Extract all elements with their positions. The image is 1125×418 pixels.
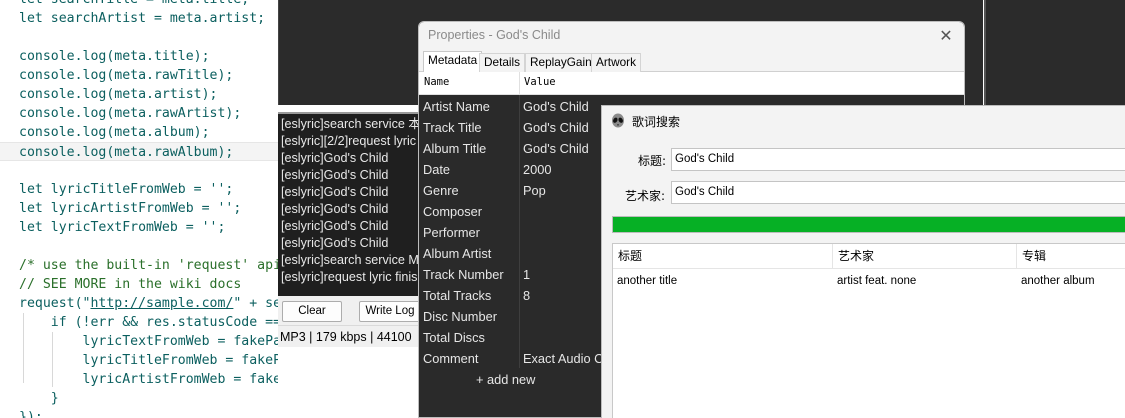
indent-guide xyxy=(52,332,53,387)
property-name: Genre xyxy=(423,183,459,198)
code-line[interactable]: console.log(meta.rawAlbum); xyxy=(0,142,300,161)
results-table: 标题 艺术家 专辑 another title artist feat. none… xyxy=(612,243,1125,418)
column-value-header[interactable]: Value xyxy=(524,76,556,88)
dark-panel-right xyxy=(984,0,1125,105)
lyric-search-title: 歌词搜索 xyxy=(632,115,681,129)
code-line[interactable]: lyricTextFromWeb = fakePar xyxy=(19,332,289,351)
property-name: Date xyxy=(423,162,451,177)
property-name: Comment xyxy=(423,351,479,366)
code-line[interactable]: let searchArtist = meta.artist; xyxy=(19,9,265,28)
property-name: Album Title xyxy=(423,141,487,156)
indent-guide xyxy=(23,313,24,383)
status-bar: MP3 | 179 kbps | 44100 xyxy=(278,325,420,347)
close-icon[interactable]: ✕ xyxy=(936,26,956,46)
console-line: [eslyric]search service 本 xyxy=(281,117,421,131)
result-cell-title: another title xyxy=(617,275,678,287)
console-panel: [eslyric]search service 本 [eslyric][2/2]r… xyxy=(278,112,421,418)
property-name: Disc Number xyxy=(423,309,497,324)
code-line[interactable]: }); xyxy=(19,408,43,418)
search-progress-bar xyxy=(612,216,1125,233)
progress-fill xyxy=(613,217,1125,232)
property-value[interactable]: 1 xyxy=(523,264,530,285)
artist-label: 艺术家: xyxy=(625,189,666,203)
column-header-artist[interactable]: 艺术家 xyxy=(833,244,1017,269)
add-new-button[interactable]: + add new xyxy=(476,372,535,387)
code-line[interactable]: let lyricTextFromWeb = ''; xyxy=(19,218,225,237)
clear-button[interactable]: Clear xyxy=(282,301,342,322)
property-value[interactable]: God's Child xyxy=(523,117,589,138)
property-name: Album Artist xyxy=(423,246,492,261)
property-value[interactable]: Pop xyxy=(523,180,546,201)
tab-metadata[interactable]: Metadata xyxy=(423,51,483,73)
code-line[interactable]: console.log(meta.album); xyxy=(19,123,210,142)
code-line[interactable]: console.log(meta.rawTitle); xyxy=(19,66,233,85)
code-line[interactable]: console.log(meta.artist); xyxy=(19,85,218,104)
url-literal[interactable]: http://sample.com/ xyxy=(90,296,233,311)
property-value[interactable]: Exact Audio C xyxy=(523,348,603,369)
property-name: Total Tracks xyxy=(423,288,492,303)
code-line[interactable]: // SEE MORE in the wiki docs xyxy=(19,275,241,294)
properties-divider xyxy=(519,95,520,368)
property-name: Track Title xyxy=(423,120,482,135)
lyric-search-titlebar: 歌词搜索 xyxy=(602,106,1125,136)
result-cell-artist: artist feat. none xyxy=(837,275,917,287)
console-line: [eslyric]God's Child xyxy=(281,202,389,216)
console-toolbar: Clear Write Log xyxy=(278,296,421,325)
write-log-button[interactable]: Write Log xyxy=(359,301,421,322)
console-line: [eslyric]God's Child xyxy=(281,185,389,199)
property-name: Total Discs xyxy=(423,330,485,345)
properties-title: Properties - God's Child xyxy=(428,28,561,42)
code-line[interactable]: let lyricTitleFromWeb = ''; xyxy=(19,180,233,199)
properties-titlebar: Properties - God's Child ✕ xyxy=(419,22,964,51)
column-header-title[interactable]: 标题 xyxy=(613,244,833,269)
console-line: [eslyric]God's Child xyxy=(281,236,389,250)
column-header-album[interactable]: 专辑 xyxy=(1017,244,1125,269)
result-cell-album: another album xyxy=(1021,275,1095,287)
property-value[interactable]: God's Child xyxy=(523,138,589,159)
console-line: [eslyric]search service M xyxy=(281,253,419,267)
code-line[interactable]: request("http://sample.com/" + sea xyxy=(19,294,289,313)
property-value[interactable]: God's Child xyxy=(523,96,589,117)
artist-input[interactable]: God's Child xyxy=(671,181,1125,204)
code-line[interactable]: } xyxy=(19,389,59,408)
code-line[interactable]: /* use the built-in 'request' api xyxy=(19,256,281,275)
alien-icon xyxy=(612,113,624,128)
code-line[interactable]: console.log(meta.title); xyxy=(19,47,210,66)
property-name: Performer xyxy=(423,225,480,240)
property-value[interactable]: 8 xyxy=(523,285,530,306)
code-line[interactable]: console.log(meta.rawArtist); xyxy=(19,104,241,123)
code-line[interactable]: let searchTitle = meta.title; xyxy=(19,0,249,9)
console-line: [eslyric]God's Child xyxy=(281,219,389,233)
tab-artwork[interactable]: Artwork xyxy=(591,53,641,72)
code-line[interactable]: if (!err && res.statusCode == xyxy=(19,313,281,332)
property-name: Track Number xyxy=(423,267,504,282)
properties-tabs: Metadata Details ReplayGain Artwork xyxy=(419,51,964,73)
property-name: Artist Name xyxy=(423,99,490,114)
console-line: [eslyric]God's Child xyxy=(281,168,389,182)
lyric-search-dialog: 歌词搜索 标题: God's Child 艺术家: God's Child 标题… xyxy=(601,105,1125,418)
column-name-header[interactable]: Name xyxy=(424,76,449,88)
console-line: [eslyric]request lyric finis xyxy=(281,270,418,284)
console-line: [eslyric][2/2]request lyric xyxy=(281,134,417,148)
console-bottom-area xyxy=(278,347,420,418)
tab-replaygain[interactable]: ReplayGain xyxy=(525,53,597,72)
properties-column-header: Name Value xyxy=(419,72,964,95)
title-input[interactable]: God's Child xyxy=(671,148,1125,171)
property-name: Composer xyxy=(423,204,483,219)
column-divider[interactable] xyxy=(519,72,520,95)
tab-details[interactable]: Details xyxy=(479,53,526,72)
console-line: [eslyric]God's Child xyxy=(281,151,389,165)
title-label: 标题: xyxy=(638,154,667,168)
property-value[interactable]: 2000 xyxy=(523,159,551,180)
code-line[interactable]: let lyricArtistFromWeb = ''; xyxy=(19,199,241,218)
